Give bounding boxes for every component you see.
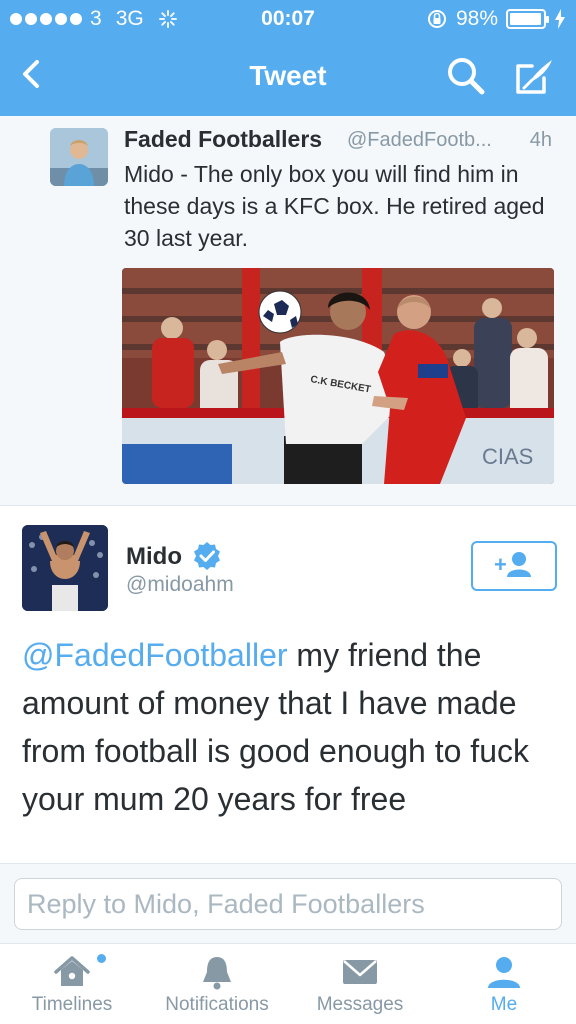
avatar[interactable] (22, 525, 108, 611)
parent-tweet-text: Mido - The only box you will find him in… (124, 161, 545, 251)
new-content-dot (97, 954, 106, 963)
tab-me[interactable]: Me (446, 944, 562, 1024)
charging-bolt-icon (555, 9, 565, 29)
compose-icon[interactable] (510, 52, 558, 100)
parent-author-handle[interactable]: @FadedFootb... (347, 129, 492, 152)
home-icon (54, 956, 90, 986)
person-icon (488, 957, 520, 988)
tab-label: Timelines (31, 994, 113, 1015)
tab-label: Me (490, 994, 518, 1015)
envelope-icon (343, 960, 377, 984)
verified-badge-icon (194, 542, 220, 570)
tab-bar: Timelines Notifications Messages Me (0, 944, 576, 1024)
battery-icon (506, 9, 549, 29)
tab-notifications[interactable]: Notifications (150, 944, 284, 1024)
parent-tweet[interactable]: Faded Footballers @FadedFootb... 4h Mido… (0, 116, 576, 506)
rotation-lock-icon (427, 10, 446, 28)
photo-banner-text: CIAS (482, 444, 533, 469)
reply-input[interactable] (14, 878, 562, 930)
header: 3 3G 00:07 98% Tweet (0, 0, 576, 116)
add-user-icon: + (494, 552, 531, 577)
football-match-photo: CIAS C.K BECKET (122, 268, 554, 484)
battery-fill (510, 13, 541, 25)
svg-text:+: + (494, 552, 507, 577)
tab-label: Messages (316, 994, 404, 1015)
tweet-photo[interactable]: CIAS C.K BECKET (122, 268, 554, 484)
tab-label: Notifications (165, 994, 269, 1015)
search-icon[interactable] (444, 54, 488, 98)
author-handle[interactable]: @midoahm (126, 573, 234, 597)
tab-messages[interactable]: Messages (300, 944, 420, 1024)
avatar-celebration-image (22, 525, 108, 611)
avatar[interactable] (50, 128, 108, 186)
status-right: 98% (426, 7, 566, 31)
page-title: Tweet (249, 60, 327, 91)
avatar-footballer-image (50, 128, 108, 186)
tweet-detail-screen: 3 3G 00:07 98% Tweet Faded Footballers @… (0, 0, 576, 1024)
battery-percent: 98% (455, 7, 498, 30)
nav-bar: Tweet (0, 40, 576, 116)
bell-icon (203, 957, 231, 990)
status-bar: 3 3G 00:07 98% (0, 0, 576, 40)
author-name[interactable]: Mido (126, 543, 182, 571)
parent-tweet-age: 4h (529, 129, 552, 151)
football (258, 290, 302, 334)
follow-button[interactable]: + (471, 541, 557, 591)
focused-tweet: Mido @midoahm + @FadedFootballer my frie… (0, 507, 576, 863)
tweet-body: @FadedFootballer my friend the amount of… (22, 631, 562, 823)
parent-author-name[interactable]: Faded Footballers (124, 126, 322, 153)
mention-link[interactable]: @FadedFootballer (22, 637, 288, 673)
tab-timelines[interactable]: Timelines (10, 944, 134, 1024)
reply-bar (0, 863, 576, 944)
